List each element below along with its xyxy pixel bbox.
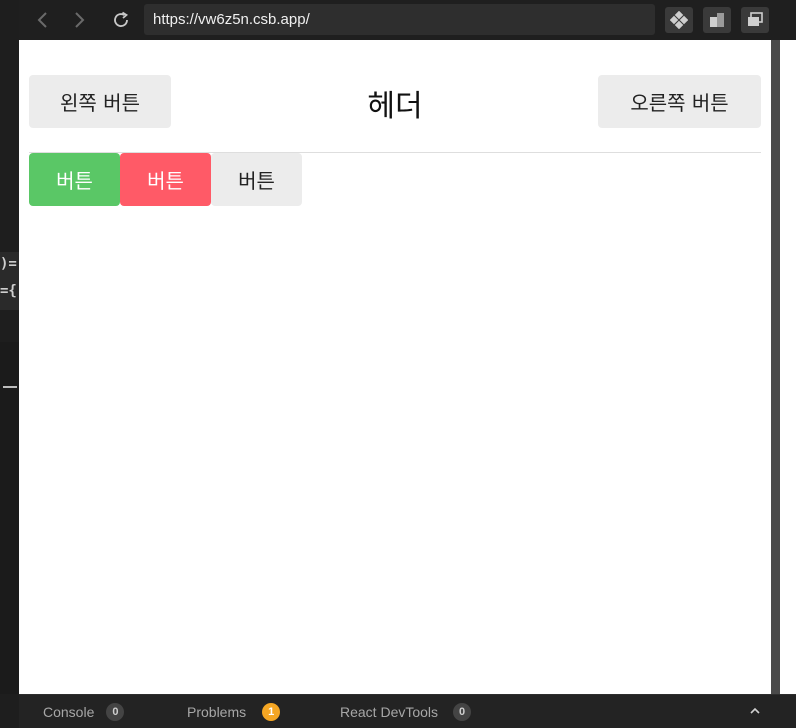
- chevron-up-icon[interactable]: [750, 703, 760, 718]
- forward-button[interactable]: [61, 0, 97, 40]
- tab-label: Problems: [187, 704, 247, 720]
- gray-button[interactable]: 버튼: [211, 153, 302, 206]
- code-editor-sliver: )= ={: [0, 0, 19, 694]
- chevron-right-icon: [75, 12, 85, 28]
- browser-toolbar: https://vw6z5n.csb.app/: [19, 0, 796, 40]
- console-count-badge: 0: [106, 703, 125, 721]
- url-input[interactable]: https://vw6z5n.csb.app/: [144, 4, 655, 35]
- code-fragment: )=: [0, 256, 17, 272]
- devtools-bar: Console 0 Problems 1 React DevTools 0: [19, 694, 796, 728]
- back-button[interactable]: [25, 0, 61, 40]
- code-fragment: ={: [0, 283, 17, 299]
- reload-icon: [114, 11, 129, 27]
- codesandbox-button[interactable]: [665, 7, 693, 33]
- problems-count-badge: 1: [262, 703, 281, 721]
- reload-button[interactable]: [103, 0, 139, 40]
- tab-label: React DevTools: [340, 704, 439, 720]
- editor-lower-panel: [0, 342, 19, 694]
- split-view-button[interactable]: [703, 7, 731, 33]
- tab-react-devtools[interactable]: React DevTools 0: [340, 695, 472, 728]
- panel-divider: [3, 386, 17, 388]
- red-button[interactable]: 버튼: [120, 153, 211, 206]
- tab-label: Console: [43, 704, 95, 720]
- right-button[interactable]: 오른쪽 버튼: [598, 75, 761, 128]
- react-devtools-count-badge: 0: [453, 703, 472, 721]
- diamond-grid-icon: [670, 11, 688, 29]
- green-button[interactable]: 버튼: [29, 153, 120, 206]
- tab-problems[interactable]: Problems 1: [187, 695, 281, 728]
- tab-console[interactable]: Console 0: [43, 695, 125, 728]
- app-header: 왼쪽 버튼 헤더 오른쪽 버튼: [29, 75, 761, 128]
- right-edge: [780, 40, 796, 694]
- open-window-icon: [748, 12, 763, 26]
- app-preview: 왼쪽 버튼 헤더 오른쪽 버튼 버튼 버튼 버튼: [19, 40, 771, 694]
- layout-icon: [710, 13, 724, 27]
- preview-scrollbar[interactable]: [771, 40, 780, 694]
- chevron-left-icon: [37, 12, 47, 28]
- new-window-button[interactable]: [741, 7, 769, 33]
